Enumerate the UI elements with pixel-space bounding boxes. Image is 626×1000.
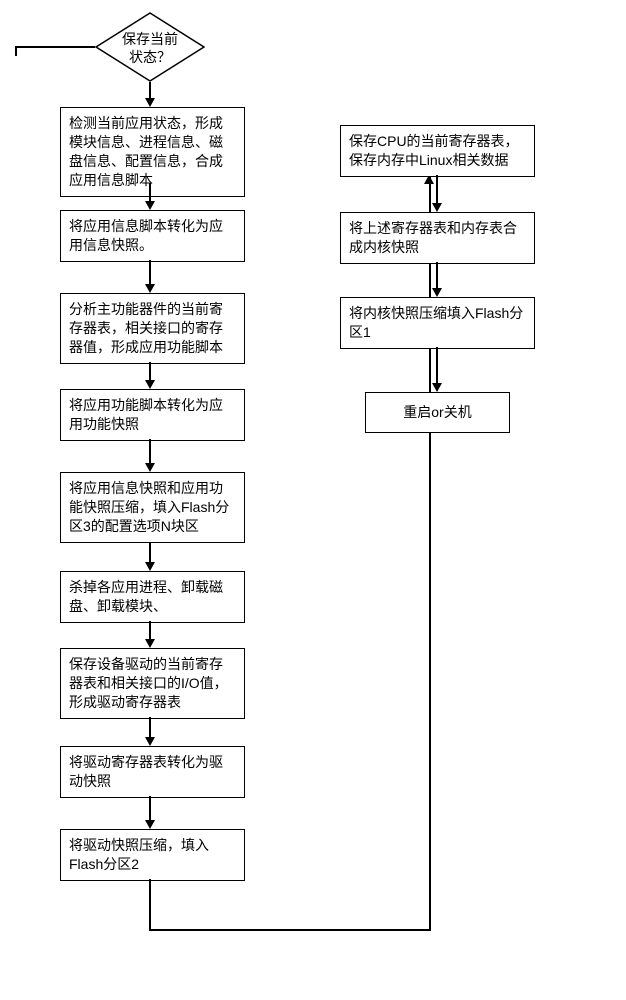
step-text: 将内核快照压缩填入Flash分区1 bbox=[349, 305, 523, 340]
edge-s6-s7-head bbox=[145, 639, 155, 648]
step-convert-func-snapshot: 将应用功能脚本转化为应用功能快照 bbox=[60, 389, 245, 441]
step-text: 分析主功能器件的当前寄存器表，相关接口的寄存器值，形成应用功能脚本 bbox=[69, 301, 223, 355]
step-text: 将应用信息脚本转化为应用信息快照。 bbox=[69, 218, 223, 253]
step-text: 保存CPU的当前寄存器表，保存内存中Linux相关数据 bbox=[349, 133, 519, 168]
step-text: 杀掉各应用进程、卸载磁盘、卸载模块、 bbox=[69, 579, 223, 614]
edge-r1-r2-head bbox=[432, 203, 442, 212]
step-analyze-registers: 分析主功能器件的当前寄存器表，相关接口的寄存器值，形成应用功能脚本 bbox=[60, 293, 245, 364]
edge-s3-s4-head bbox=[145, 380, 155, 389]
step-text: 重启or关机 bbox=[403, 404, 471, 420]
edge-decision-left-down bbox=[15, 46, 17, 56]
step-detect-app-state: 检测当前应用状态，形成模块信息、进程信息、磁盘信息、配置信息，合成应用信息脚本 bbox=[60, 107, 245, 197]
decision-save-state: 保存当前状态？ bbox=[95, 12, 205, 82]
edge-s9-right bbox=[149, 929, 429, 931]
step-save-cpu-registers: 保存CPU的当前寄存器表，保存内存中Linux相关数据 bbox=[340, 125, 535, 177]
step-save-driver-registers: 保存设备驱动的当前寄存器表和相关接口的I/O值，形成驱动寄存器表 bbox=[60, 648, 245, 719]
step-text: 将应用信息快照和应用功能快照压缩，填入Flash分区3的配置选项N块区 bbox=[69, 480, 229, 534]
step-convert-app-info: 将应用信息脚本转化为应用信息快照。 bbox=[60, 210, 245, 262]
edge-s9-down bbox=[149, 879, 151, 929]
edge-s5-s6-head bbox=[145, 562, 155, 571]
step-compress-flash1: 将内核快照压缩填入Flash分区1 bbox=[340, 297, 535, 349]
edge-s2-s3-head bbox=[145, 284, 155, 293]
edge-s1-s2-head bbox=[145, 201, 155, 210]
edge-decision-left bbox=[15, 46, 95, 48]
step-compress-flash2: 将驱动快照压缩，填入Flash分区2 bbox=[60, 829, 245, 881]
step-text: 将驱动寄存器表转化为驱动快照 bbox=[69, 754, 223, 789]
step-kill-processes: 杀掉各应用进程、卸载磁盘、卸载模块、 bbox=[60, 571, 245, 623]
edge-r2-r3-head bbox=[432, 288, 442, 297]
edge-s8-s9-head bbox=[145, 820, 155, 829]
step-text: 将上述寄存器表和内存表合成内核快照 bbox=[349, 220, 517, 255]
step-text: 将驱动快照压缩，填入Flash分区2 bbox=[69, 837, 209, 872]
edge-r3-r4 bbox=[436, 347, 438, 387]
step-restart-shutdown: 重启or关机 bbox=[365, 392, 510, 433]
step-convert-driver-snapshot: 将驱动寄存器表转化为驱动快照 bbox=[60, 746, 245, 798]
edge-d1-s1-head bbox=[145, 98, 155, 107]
step-merge-kernel-snapshot: 将上述寄存器表和内存表合成内核快照 bbox=[340, 212, 535, 264]
step-text: 保存设备驱动的当前寄存器表和相关接口的I/O值，形成驱动寄存器表 bbox=[69, 656, 228, 710]
decision-label: 保存当前状态？ bbox=[95, 31, 205, 66]
edge-r3-r4-head bbox=[432, 383, 442, 392]
step-text: 检测当前应用状态，形成模块信息、进程信息、磁盘信息、配置信息，合成应用信息脚本 bbox=[69, 115, 223, 188]
edge-s7-s8-head bbox=[145, 737, 155, 746]
step-text: 将应用功能脚本转化为应用功能快照 bbox=[69, 397, 223, 432]
edge-s9-up bbox=[429, 175, 431, 931]
step-compress-flash3: 将应用信息快照和应用功能快照压缩，填入Flash分区3的配置选项N块区 bbox=[60, 472, 245, 543]
edge-s4-s5-head bbox=[145, 463, 155, 472]
